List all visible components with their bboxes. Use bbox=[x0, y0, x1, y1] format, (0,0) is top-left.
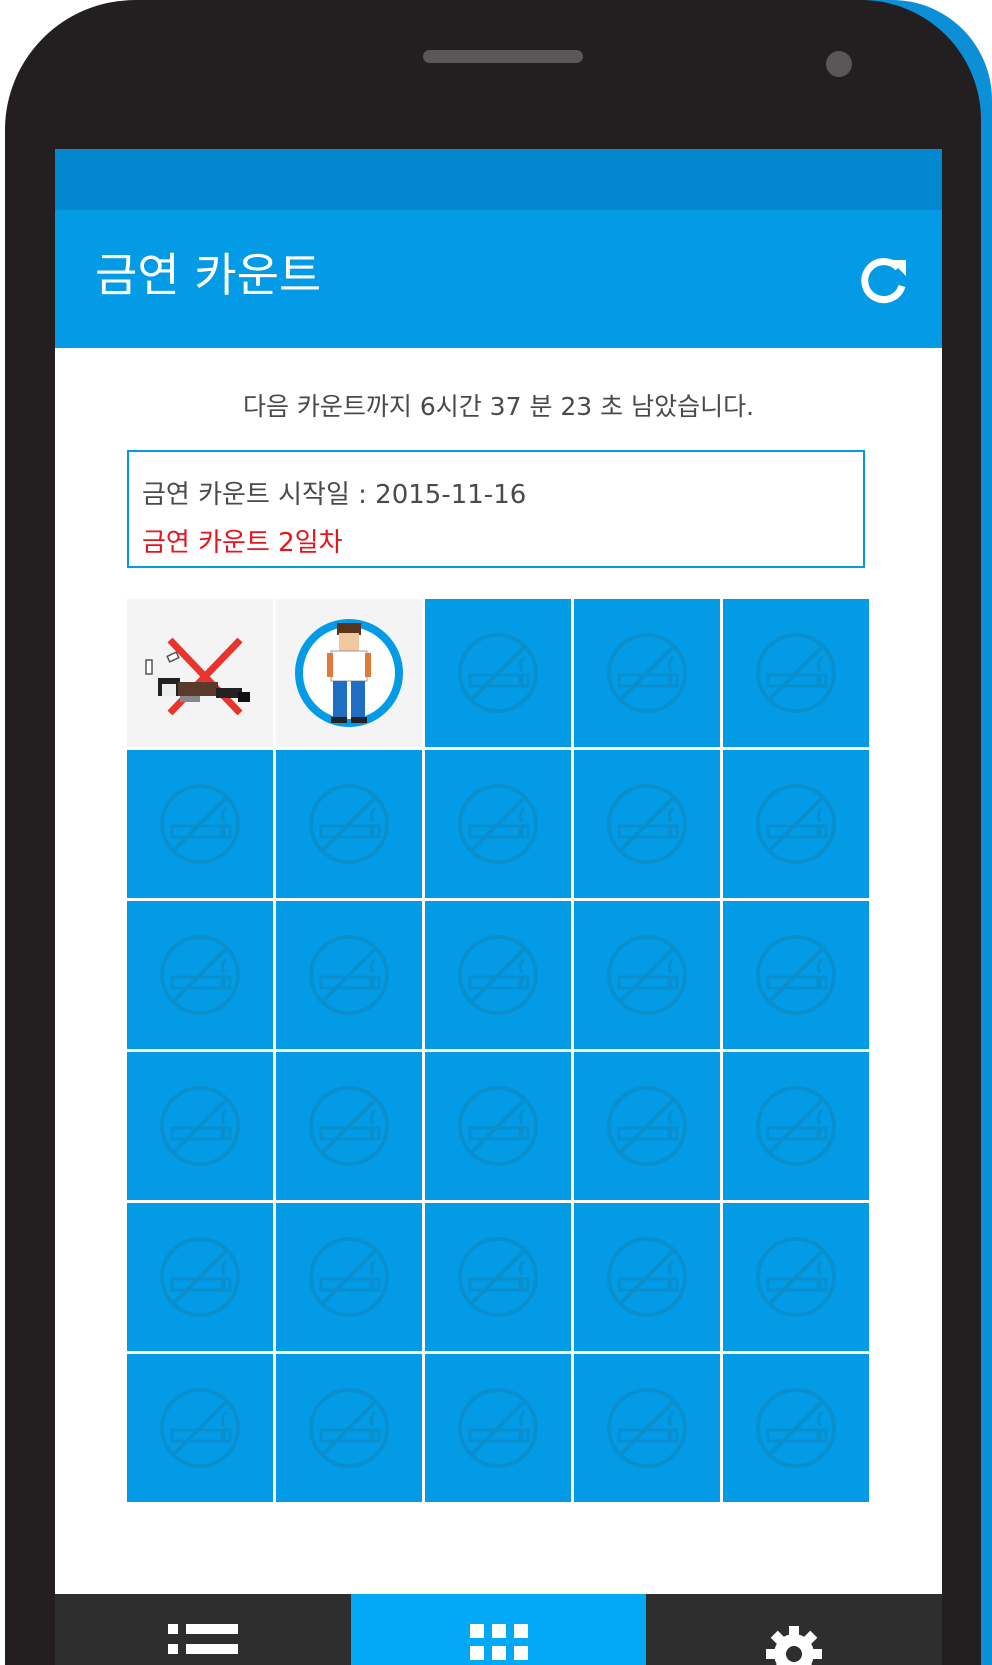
day-cell bbox=[276, 750, 422, 898]
no-smoking-icon bbox=[160, 1388, 240, 1468]
day-cell bbox=[127, 1354, 273, 1502]
day-cell bbox=[425, 901, 571, 1049]
no-smoking-icon bbox=[756, 1237, 836, 1317]
day-grid bbox=[127, 599, 869, 1502]
app-screen: 금연 카운트 다음 카운트까지 6시간 37 분 23 초 남았습니다. 금연 … bbox=[55, 149, 942, 1665]
no-smoking-icon bbox=[309, 1237, 389, 1317]
day-cell bbox=[723, 901, 869, 1049]
day-cell bbox=[425, 1052, 571, 1200]
day-cell bbox=[276, 1203, 422, 1351]
day-cell bbox=[425, 1203, 571, 1351]
no-smoking-icon bbox=[160, 1237, 240, 1317]
day-cell bbox=[127, 599, 273, 747]
speaker-grille bbox=[423, 50, 583, 63]
day-cell bbox=[574, 1052, 720, 1200]
day-cell bbox=[127, 750, 273, 898]
no-smoking-icon bbox=[309, 1388, 389, 1468]
tab-settings[interactable] bbox=[646, 1594, 942, 1665]
app-title: 금연 카운트 bbox=[95, 248, 322, 302]
day-cell bbox=[574, 1203, 720, 1351]
no-smoking-icon bbox=[160, 1086, 240, 1166]
no-smoking-icon bbox=[756, 784, 836, 864]
day-cell bbox=[276, 901, 422, 1049]
no-smoking-icon bbox=[607, 1388, 687, 1468]
day-cell bbox=[425, 750, 571, 898]
info-box: 금연 카운트 시작일 : 2015-11-16 금연 카운트 2일차 bbox=[127, 450, 865, 568]
no-smoking-icon bbox=[756, 935, 836, 1015]
start-date-label: 금연 카운트 시작일 : 2015-11-16 bbox=[142, 480, 527, 510]
healthy-man-icon bbox=[295, 619, 403, 727]
day-cell bbox=[574, 599, 720, 747]
day-count-label: 금연 카운트 2일차 bbox=[142, 528, 343, 558]
grid-icon bbox=[469, 1624, 528, 1660]
bottom-nav bbox=[55, 1594, 942, 1665]
no-smoking-icon bbox=[160, 935, 240, 1015]
no-smoking-icon bbox=[309, 935, 389, 1015]
countdown-text: 다음 카운트까지 6시간 37 분 23 초 남았습니다. bbox=[242, 392, 755, 421]
tab-list[interactable] bbox=[55, 1594, 351, 1665]
day-cell bbox=[276, 1052, 422, 1200]
day-cell bbox=[276, 1354, 422, 1502]
no-smoking-icon bbox=[458, 784, 538, 864]
refresh-button[interactable] bbox=[856, 252, 912, 308]
day-cell bbox=[723, 599, 869, 747]
no-smoking-icon bbox=[458, 935, 538, 1015]
day-cell bbox=[723, 1354, 869, 1502]
tab-grid[interactable] bbox=[350, 1594, 647, 1665]
no-smoking-icon bbox=[756, 633, 836, 713]
no-smoking-icon bbox=[458, 633, 538, 713]
phone-frame: 금연 카운트 다음 카운트까지 6시간 37 분 23 초 남았습니다. 금연 … bbox=[0, 0, 992, 1665]
no-smoking-icon bbox=[458, 1086, 538, 1166]
no-smoking-icon bbox=[607, 935, 687, 1015]
day-cell bbox=[127, 1203, 273, 1351]
no-smoking-icon bbox=[160, 784, 240, 864]
day-cell bbox=[723, 750, 869, 898]
fallen-smoker-crossed-icon bbox=[145, 637, 250, 716]
day-cell bbox=[574, 750, 720, 898]
no-smoking-icon bbox=[458, 1388, 538, 1468]
no-smoking-icon bbox=[756, 1388, 836, 1468]
no-smoking-icon bbox=[607, 1086, 687, 1166]
day-cell bbox=[276, 599, 422, 747]
day-cell bbox=[425, 1354, 571, 1502]
no-smoking-icon bbox=[458, 1237, 538, 1317]
day-cell bbox=[574, 1354, 720, 1502]
no-smoking-icon bbox=[607, 784, 687, 864]
day-cell bbox=[425, 599, 571, 747]
app-bar: 금연 카운트 bbox=[55, 210, 942, 348]
front-camera bbox=[826, 51, 852, 77]
no-smoking-icon bbox=[607, 1237, 687, 1317]
day-cell bbox=[127, 1052, 273, 1200]
day-cell bbox=[574, 901, 720, 1049]
no-smoking-icon bbox=[309, 784, 389, 864]
settings-gear-icon bbox=[766, 1626, 823, 1665]
day-cell bbox=[127, 901, 273, 1049]
list-icon bbox=[167, 1624, 238, 1654]
no-smoking-icon bbox=[607, 633, 687, 713]
day-cell bbox=[723, 1052, 869, 1200]
status-bar bbox=[55, 149, 942, 210]
no-smoking-icon bbox=[756, 1086, 836, 1166]
no-smoking-icon bbox=[309, 1086, 389, 1166]
refresh-icon bbox=[861, 258, 906, 304]
day-cell bbox=[723, 1203, 869, 1351]
